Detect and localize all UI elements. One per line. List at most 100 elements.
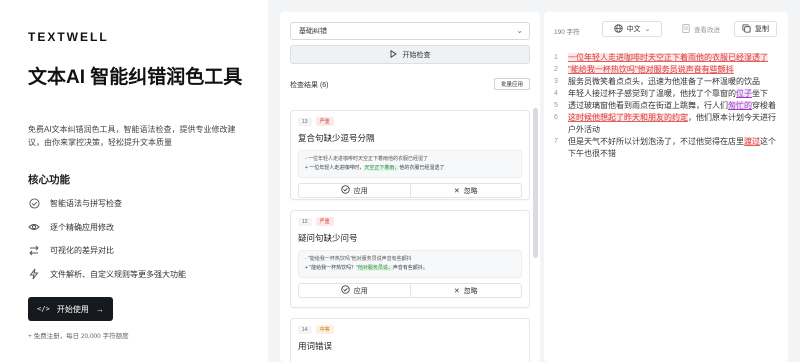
diff-suggestion: + 一位年轻人走进咖啡时，天空正下着雨，他的衣服已经湿透了 (305, 164, 515, 173)
document-icon (682, 23, 690, 35)
line-text: 服务员微笑着点点头，迅速为他准备了一杯温暖的饮品 (568, 76, 780, 88)
feature-item: 可视化的差异对比 (28, 239, 186, 263)
text-line: 7 但是天气不好所以计划泡汤了，不过他觉得在店里渡过这个下午也很不错 (554, 136, 780, 160)
line-text: 一位年轻人走进咖啡时天空正下着雨他的衣服已经湿透了 (568, 52, 780, 64)
ignore-label: 忽略 (463, 287, 478, 295)
hero-title: 文本AI 智能纠错润色工具 (28, 67, 243, 88)
chevron-down-icon: ⌄ (644, 26, 651, 33)
text-line: 1 一位年轻人走进咖啡时天空正下着雨他的衣服已经湿透了 (554, 52, 780, 64)
text-panel: 190 字符 中文 ⌄ 查看改进 复制 1 一位年轻人走进咖啡时天空正下着雨他的衣… (544, 12, 788, 362)
result-id: 13 (298, 117, 312, 126)
severity-badge: 中等 (315, 325, 334, 334)
brand-logo: TEXTWELL (28, 30, 109, 44)
start-check-label: 开始检查 (402, 51, 431, 59)
hero-panel: TEXTWELL 文本AI 智能纠错润色工具 免费AI文本纠错润色工具，智能语法… (0, 0, 268, 362)
diff-original: - "能给我一杯热饮吗"他对服务员说声音有些颤抖 (305, 256, 412, 262)
apply-button[interactable]: 应用 (298, 183, 411, 198)
line-number: 3 (554, 78, 558, 85)
line-number: 4 (554, 90, 558, 97)
error-highlight[interactable]: 位子 (736, 89, 752, 98)
hero-description: 免费AI文本纠错润色工具，智能语法检查，提供专业修改建议，由你来掌控决策，轻松提… (28, 125, 236, 147)
error-highlight[interactable]: 这时候他想起了昨天和朋友的约定 (568, 113, 688, 122)
results-scrollbar[interactable] (533, 108, 538, 258)
line-text: "能给我一杯热饮吗"他对服务员说声音有些颤抖 (568, 64, 780, 76)
ignore-button[interactable]: ✕ 忽略 (410, 283, 522, 298)
ignore-button[interactable]: ✕ 忽略 (410, 183, 522, 198)
result-card: 13 严重 复合句缺少逗号分隔 - 一位年轻人走进咖啡时天空正下着雨他的衣服已经… (290, 110, 530, 200)
line-number: 1 (554, 54, 558, 61)
feature-label: 逐个精确应用修改 (50, 222, 114, 232)
language-select[interactable]: 中文 ⌄ (602, 21, 662, 37)
feature-label: 智能语法与拼写检查 (50, 199, 122, 209)
result-title: 用词错误 (298, 341, 333, 351)
text-segment: 穿梭着 (752, 101, 776, 110)
mode-select[interactable]: 基础纠错 ⌄ (290, 22, 530, 40)
severity-badge: 严重 (315, 217, 334, 226)
text-line: 2 "能给我一杯热饮吗"他对服务员说声音有些颤抖 (554, 64, 780, 76)
diff-added: 天空正下着雨， (364, 165, 400, 171)
copy-label: 复制 (755, 26, 769, 33)
line-number: 7 (554, 138, 558, 145)
diff-added: "他对服务员说， (356, 265, 393, 271)
apply-button[interactable]: 应用 (298, 283, 411, 298)
apply-label: 应用 (353, 187, 368, 195)
bolt-icon (28, 268, 40, 280)
features-list: 智能语法与拼写检查 逐个精确应用修改 可视化的差异对比 文件解析、自定义规则等更… (28, 192, 186, 286)
copy-icon (742, 23, 751, 35)
start-using-button[interactable]: </> 开始使用 → (28, 297, 113, 321)
result-id: 14 (298, 325, 312, 334)
result-title: 复合句缺少逗号分隔 (298, 133, 375, 143)
text-line: 5 透过玻璃窗他看到雨点在街道上跳舞，行人们匆忙的穿梭着 (554, 100, 780, 112)
free-quota-note: + 免费注册，每日 20,000 字符额度 (28, 333, 129, 340)
results-panel: 基础纠错 ⌄ 开始检查 检查结果 (6) 批量应用 13 严重 复合句缺少逗号分… (280, 12, 540, 362)
diff-suggestion: + "能给我一杯热饮吗？"他对服务员说，声音有些颤抖。 (305, 264, 515, 273)
mode-select-value: 基础纠错 (299, 28, 327, 35)
globe-icon (613, 23, 623, 35)
diff-original: - 一位年轻人走进咖啡时天空正下着雨他的衣服已经湿了 (305, 156, 429, 162)
line-text: 透过玻璃窗他看到雨点在街道上跳舞，行人们匆忙的穿梭着 (568, 100, 780, 112)
error-highlight[interactable]: 一位年轻人走进咖啡时天空正下着雨他的衣服已经湿透了 (568, 53, 768, 62)
result-title: 疑问句缺少问号 (298, 233, 358, 243)
text-line: 6 这时候他想起了昨天和朋友的约定，他们原本计划今天进行户外活动 (554, 112, 780, 136)
text-segment: 年轻人接过杯子感觉到了温暖，他找了个靠窗的 (568, 89, 736, 98)
error-highlight[interactable]: 匆忙的 (728, 101, 752, 110)
text-editor[interactable]: 1 一位年轻人走进咖啡时天空正下着雨他的衣服已经湿透了 2 "能给我一杯热饮吗"他对服… (554, 52, 780, 160)
text-segment: 服务员微笑着点点头，迅速为他准备了一杯温暖的饮品 (568, 77, 760, 86)
view-diff-button[interactable]: 查看改进 (675, 21, 727, 37)
diff-box: - 一位年轻人走进咖啡时天空正下着雨他的衣服已经湿了 + 一位年轻人走进咖啡时，… (298, 150, 522, 178)
language-value: 中文 (626, 26, 641, 33)
char-count: 190 字符 (554, 29, 580, 36)
result-card: 14 中等 用词错误 (290, 318, 530, 362)
line-text: 这时候他想起了昨天和朋友的约定，他们原本计划今天进行户外活动 (568, 112, 780, 136)
batch-apply-button[interactable]: 批量应用 (493, 78, 530, 90)
results-list: 13 严重 复合句缺少逗号分隔 - 一位年轻人走进咖啡时天空正下着雨他的衣服已经… (290, 110, 530, 362)
arrow-right-icon: → (95, 304, 104, 314)
result-card: 12 严重 疑问句缺少问号 - "能给我一杯热饮吗"他对服务员说声音有些颤抖 +… (290, 210, 530, 308)
text-line: 4 年轻人接过杯子感觉到了温暖，他找了个靠窗的位子坐下 (554, 88, 780, 100)
error-highlight[interactable]: "能给我一杯热饮吗"他对服务员说声音有些颤抖 (568, 65, 734, 74)
text-segment: 但是天气不好所以计划泡汤了，不过他觉得在店里 (568, 137, 744, 146)
close-icon: ✕ (453, 187, 460, 195)
line-number: 6 (554, 114, 558, 121)
diff-part: 他的衣服已经湿透了 (399, 165, 445, 171)
error-highlight[interactable]: 渡过 (744, 137, 760, 146)
start-check-button[interactable]: 开始检查 (290, 45, 530, 64)
close-icon: ✕ (453, 287, 460, 295)
diff-part: 声音有些颤抖。 (392, 265, 428, 271)
ignore-label: 忽略 (463, 187, 478, 195)
line-text: 但是天气不好所以计划泡汤了，不过他觉得在店里渡过这个下午也很不错 (568, 136, 780, 160)
line-number: 2 (554, 66, 558, 73)
check-circle-icon (28, 198, 40, 210)
code-icon: </> (37, 305, 50, 313)
start-using-label: 开始使用 (56, 304, 89, 314)
diff-part: + 一位年轻人走进咖啡时， (305, 165, 365, 171)
line-text: 年轻人接过杯子感觉到了温暖，他找了个靠窗的位子坐下 (568, 88, 780, 100)
eye-icon (28, 221, 40, 233)
features-heading: 核心功能 (28, 174, 70, 186)
severity-badge: 严重 (315, 117, 334, 126)
feature-label: 文件解析、自定义规则等更多强大功能 (50, 269, 186, 279)
copy-button[interactable]: 复制 (734, 21, 777, 37)
apply-label: 应用 (353, 287, 368, 295)
results-heading: 检查结果 (6) (290, 82, 329, 89)
play-icon (390, 49, 397, 60)
